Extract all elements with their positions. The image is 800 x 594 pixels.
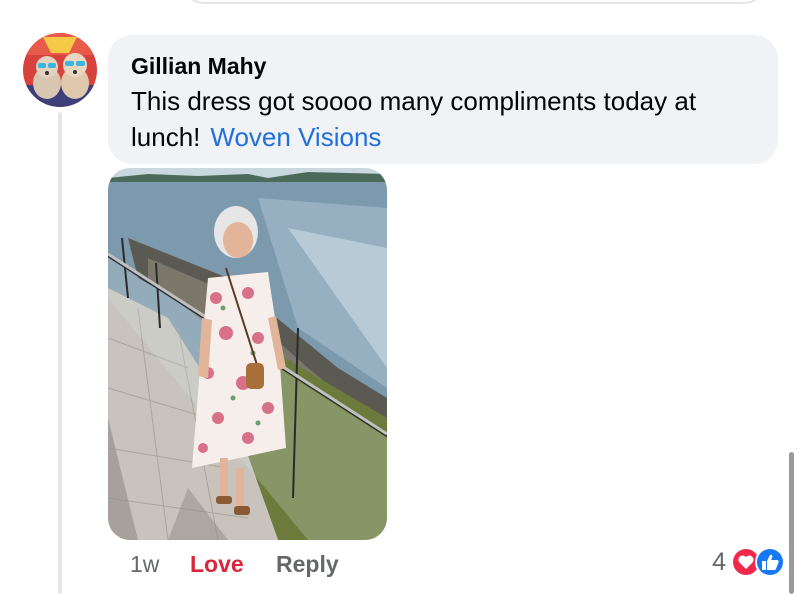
comment-photo[interactable] xyxy=(108,168,387,540)
comment-timestamp[interactable]: 1w xyxy=(130,548,159,580)
photo-woman-on-balcony xyxy=(108,168,387,540)
comment-bubble: Gillian Mahy This dress got soooo many c… xyxy=(108,35,778,164)
reply-button[interactable]: Reply xyxy=(276,548,339,580)
reaction-icons xyxy=(731,547,785,577)
comment-author-name[interactable]: Gillian Mahy xyxy=(131,51,756,81)
love-button[interactable]: Love xyxy=(190,548,244,580)
reaction-summary[interactable]: 4 xyxy=(712,544,788,580)
author-avatar[interactable] xyxy=(23,33,97,107)
reply-thread-line xyxy=(58,112,62,594)
scrollbar[interactable] xyxy=(789,452,794,594)
reaction-count: 4 xyxy=(712,547,726,576)
avatar-dogs-image xyxy=(23,33,97,107)
previous-comment-bubble-edge xyxy=(182,0,766,4)
mention-link[interactable]: Woven Visions xyxy=(210,122,381,152)
comment-body: This dress got soooo many compliments to… xyxy=(131,83,761,155)
like-reaction-icon xyxy=(755,547,785,577)
